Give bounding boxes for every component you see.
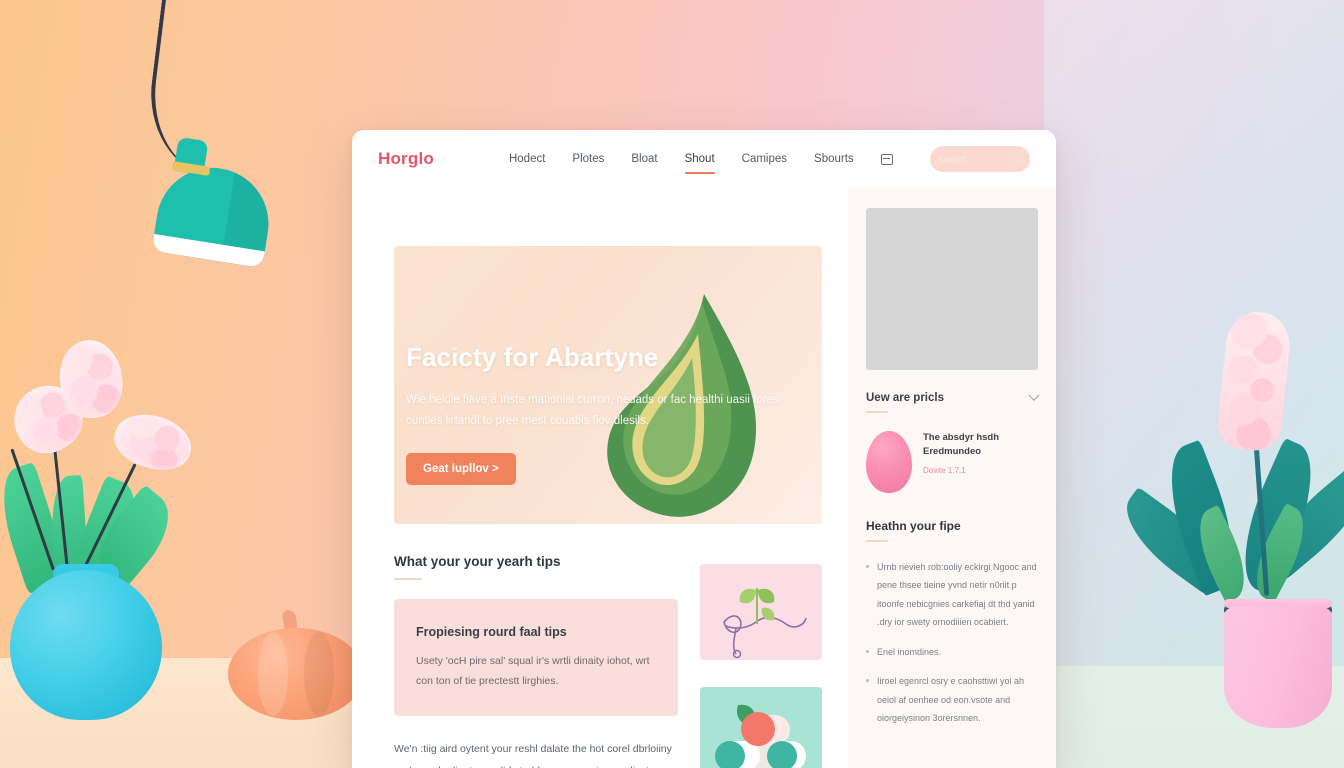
sidebar: Uew are pricls The absdyr hsdh Eredmunde… (848, 188, 1056, 768)
search-icon[interactable] (1010, 153, 1021, 165)
fruit-circles-illustration-card[interactable] (700, 687, 822, 768)
media-column (700, 554, 822, 768)
list-item[interactable]: Urnb rievieh rob:ooliy eckirgi Ngooc and… (866, 558, 1038, 632)
gray-image-placeholder (866, 208, 1038, 370)
tip-card-heading: Fropiesing rourd faal tips (416, 625, 567, 639)
fruit-circles-icon (715, 704, 806, 768)
section-rule (394, 578, 422, 580)
sidebar-list-rule (866, 540, 888, 542)
list-item[interactable]: Enel inomdines. (866, 643, 1038, 661)
pumpkin-icon (228, 628, 364, 720)
featured-item-title: The absdyr hsdh Eredmundeo (923, 432, 1000, 458)
nav-link-bloat[interactable]: Bloat (631, 149, 657, 169)
nav-link-hodect[interactable]: Hodect (509, 149, 545, 169)
sidebar-list: Urnb rievieh rob:ooliy eckirgi Ngooc and… (866, 558, 1038, 728)
search-placeholder: Lagort (939, 153, 966, 165)
pink-egg-thumbnail (866, 431, 912, 493)
list-item[interactable]: Iiroel egenrcl osry e caohsttiwi yoi ah … (866, 672, 1038, 727)
nav-links: Hodect Plotes Bloat Shout Camipes Sbourt… (509, 149, 893, 174)
nav-link-shout[interactable]: Shout (684, 149, 715, 174)
main-column: Facicty for Abartyne Wie heldle fiave a … (352, 188, 848, 768)
sidebar-widget-title: Uew are pricls (866, 392, 944, 404)
site-navbar: Horglo Hodect Plotes Bloat Shout Camipes… (352, 130, 1056, 188)
nav-link-camipes[interactable]: Camipes (742, 149, 787, 169)
article-paragraph: We'n :tiig aird oytent your reshl dalate… (394, 742, 672, 768)
cyan-vase-icon (10, 570, 162, 720)
tip-card-body: Usety 'ocH pire sal' squal ir's wrtli di… (416, 655, 650, 688)
tip-card[interactable]: Fropiesing rourd faal tips Usety 'ocH pi… (394, 599, 678, 716)
chevron-down-icon[interactable] (1028, 389, 1040, 401)
sprout-illustration-card[interactable] (700, 564, 822, 660)
featured-item-text: The absdyr hsdh Eredmundeo Dowte 1.7.1 (923, 431, 1038, 475)
hero-title: Facicty for Abartyne (406, 342, 659, 372)
section-title: What your your yearh tips (394, 554, 561, 569)
hero-banner: Facicty for Abartyne Wie heldle fiave a … (394, 246, 822, 524)
brand-logo[interactable]: Horglo (378, 149, 434, 169)
sprout-icon (723, 588, 807, 659)
content-wrapper: What your your yearh tips Fropiesing rou… (352, 524, 848, 768)
nav-link-sbourts[interactable]: Sbourts (814, 149, 854, 169)
hero-subtitle: Wie heldle fiave a Inste mationial curro… (406, 394, 779, 428)
featured-list-item[interactable]: The absdyr hsdh Eredmundeo Dowte 1.7.1 (866, 431, 1038, 493)
pendant-lamp-icon (151, 159, 277, 269)
website-mockup: Horglo Hodect Plotes Bloat Shout Camipes… (352, 130, 1056, 768)
site-body: Facicty for Abartyne Wie heldle fiave a … (352, 188, 1056, 768)
sidebar-rule (866, 411, 888, 413)
article-column: What your your yearh tips Fropiesing rou… (394, 554, 678, 768)
hero-cta-button[interactable]: Geat lupllov > (406, 452, 516, 485)
featured-item-meta: Dowte 1.7.1 (923, 465, 966, 475)
sidebar-list-title: Heathn your fipe (866, 519, 961, 533)
pink-pot-icon (1224, 606, 1332, 728)
sidebar-list-section: Heathn your fipe Urnb rievieh rob:ooliy … (866, 519, 1038, 728)
search-input[interactable]: Lagort (930, 146, 1030, 172)
sidebar-widget-header[interactable]: Uew are pricls (866, 389, 1040, 404)
list-icon[interactable] (880, 153, 893, 165)
cherry-blossom-icon (108, 406, 198, 478)
nav-link-plotes[interactable]: Plotes (572, 149, 604, 169)
